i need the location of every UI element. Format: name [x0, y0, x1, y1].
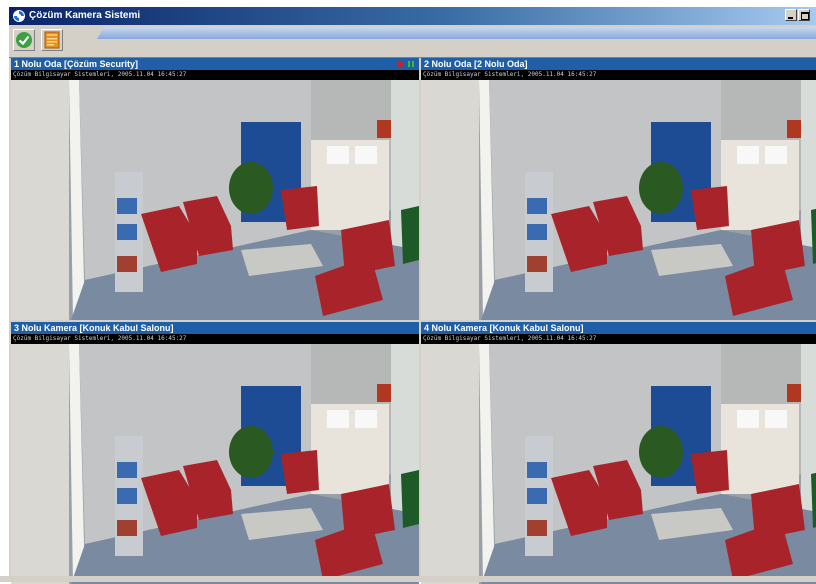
app-logo-icon: [13, 10, 25, 22]
pause-icon[interactable]: [408, 61, 414, 67]
camera-panel-1[interactable]: 1 Nolu Oda [Çözüm Security] Çözüm Bilgis…: [11, 58, 419, 320]
minimize-icon: [788, 17, 793, 19]
camera-settings-icon: [44, 31, 60, 49]
camera-title: 3 Nolu Kamera [Konuk Kabul Salonu]: [14, 323, 174, 333]
camera-title: 4 Nolu Kamera [Konuk Kabul Salonu]: [424, 323, 584, 333]
camera-title: 1 Nolu Oda [Çözüm Security]: [14, 59, 139, 69]
camera-panel-header[interactable]: 4 Nolu Kamera [Konuk Kabul Salonu]: [421, 322, 816, 334]
camera-panel-header[interactable]: 1 Nolu Oda [Çözüm Security]: [11, 58, 419, 70]
camera-osd-text: Çözüm Bilgisayar Sistemleri, 2005.11.04 …: [423, 335, 597, 342]
camera-osd-text: Çözüm Bilgisayar Sistemleri, 2005.11.04 …: [423, 71, 597, 78]
camera-panel-4[interactable]: 4 Nolu Kamera [Konuk Kabul Salonu] Çözüm…: [421, 322, 816, 584]
camera-osd-text: Çözüm Bilgisayar Sistemleri, 2005.11.04 …: [13, 71, 187, 78]
camera-settings-button[interactable]: [41, 29, 63, 51]
toolbar: [9, 25, 816, 58]
camera-feed-image: [11, 344, 419, 584]
status-bar: [0, 576, 816, 582]
confirm-button[interactable]: [13, 29, 35, 51]
camera-grid: 1 Nolu Oda [Çözüm Security] Çözüm Bilgis…: [11, 58, 816, 584]
camera-osd-text: Çözüm Bilgisayar Sistemleri, 2005.11.04 …: [13, 335, 187, 342]
camera-panel-header[interactable]: 3 Nolu Kamera [Konuk Kabul Salonu]: [11, 322, 419, 334]
app-window: Çözüm Kamera Sistemi 1 Nolu Oda [Çözüm S…: [8, 6, 816, 584]
maximize-icon: [801, 12, 809, 20]
camera-title: 2 Nolu Oda [2 Nolu Oda]: [424, 59, 528, 69]
camera-panel-3[interactable]: 3 Nolu Kamera [Konuk Kabul Salonu] Çözüm…: [11, 322, 419, 584]
toolbar-ribbon: [97, 27, 816, 39]
record-indicator-icon[interactable]: [397, 61, 403, 67]
window-title: Çözüm Kamera Sistemi: [29, 10, 141, 21]
camera-feed-image: [421, 80, 816, 320]
title-bar[interactable]: Çözüm Kamera Sistemi: [9, 7, 816, 25]
camera-panel-header[interactable]: 2 Nolu Oda [2 Nolu Oda]: [421, 58, 816, 70]
maximize-button[interactable]: [798, 9, 810, 21]
checkmark-icon: [16, 32, 32, 48]
camera-feed-image: [421, 344, 816, 584]
camera-panel-2[interactable]: 2 Nolu Oda [2 Nolu Oda] Çözüm Bilgisayar…: [421, 58, 816, 320]
minimize-button[interactable]: [785, 9, 797, 21]
camera-feed-image: [11, 80, 419, 320]
